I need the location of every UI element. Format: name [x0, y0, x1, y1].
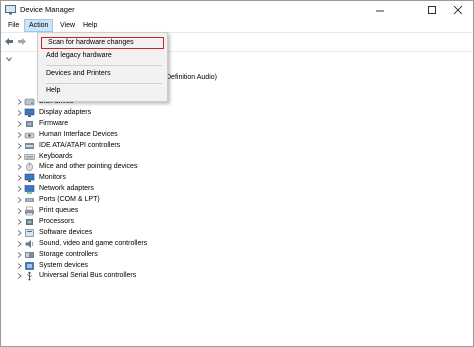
window-title: Device Manager: [20, 5, 75, 14]
chevron-right-icon[interactable]: [17, 273, 22, 281]
storage-icon: [24, 250, 35, 260]
chevron-right-icon[interactable]: [17, 153, 22, 162]
tree-category-label: Storage controllers: [39, 250, 98, 258]
system-icon: [24, 261, 35, 271]
tree-category-label: System devices: [39, 261, 89, 269]
software-icon: [24, 228, 35, 238]
device-manager-window: Device Manager File Action View Help Def…: [0, 0, 474, 347]
chevron-down-icon[interactable]: [6, 56, 12, 64]
menu-action[interactable]: Action: [24, 19, 54, 32]
menu-separator: [46, 65, 162, 66]
chevron-right-icon[interactable]: [17, 99, 22, 107]
tree-category-label: Monitors: [39, 174, 66, 182]
menu-view[interactable]: View: [56, 19, 79, 32]
chevron-right-icon[interactable]: [17, 229, 22, 238]
tree-category-label: Firmware: [39, 119, 69, 127]
maximize-button[interactable]: [419, 1, 445, 19]
tree-category-label: Network adapters: [39, 185, 94, 193]
title-bar: Device Manager: [1, 1, 473, 19]
chevron-right-icon[interactable]: [17, 131, 22, 140]
controller-icon: [24, 141, 35, 151]
port-icon: [24, 195, 35, 205]
cpu-icon: [24, 217, 35, 227]
monitor-icon: [24, 173, 35, 183]
tree-category-label: Ports (COM & LPT): [39, 196, 100, 204]
help-item[interactable]: Help: [40, 85, 164, 97]
tree-category-label: Human Interface Devices: [39, 130, 118, 138]
monitor-icon: [24, 108, 35, 118]
tree-category-label: Print queues: [39, 207, 79, 214]
close-button[interactable]: [445, 1, 471, 19]
usb-icon: [24, 271, 35, 281]
tree-category-label: Sound, video and game controllers: [39, 239, 148, 247]
audio-device-partial-label: Definition Audio): [166, 74, 217, 81]
chevron-right-icon[interactable]: [17, 120, 22, 129]
tree-category-label: Keyboards: [39, 152, 73, 160]
menu-help[interactable]: Help: [79, 19, 101, 32]
menu-file[interactable]: File: [4, 19, 23, 32]
chevron-right-icon[interactable]: [17, 219, 22, 227]
keyboard-icon: [24, 152, 35, 162]
chevron-right-icon[interactable]: [17, 208, 22, 216]
tree-category-label: Mice and other pointing devices: [39, 163, 138, 171]
printer-icon: [24, 206, 35, 216]
tree-category-label: Universal Serial Bus controllers: [39, 272, 137, 280]
network-icon: [24, 184, 35, 194]
chevron-right-icon[interactable]: [17, 142, 22, 151]
disk-icon: [24, 97, 35, 107]
chevron-right-icon[interactable]: [17, 251, 22, 260]
chevron-right-icon[interactable]: [17, 164, 22, 172]
hid-icon: [24, 130, 35, 140]
chevron-right-icon[interactable]: [17, 110, 22, 118]
chip-icon: [24, 119, 35, 129]
menu-separator: [46, 83, 162, 84]
chevron-right-icon[interactable]: [17, 186, 22, 194]
tree-category-label: Software devices: [39, 228, 93, 236]
tree-category-label: Display adapters: [39, 108, 92, 116]
chevron-right-icon[interactable]: [17, 262, 22, 271]
menu-bar: File Action View Help: [1, 19, 473, 32]
tree-category-label: Processors: [39, 217, 75, 225]
minimize-button[interactable]: [367, 1, 393, 19]
chevron-right-icon[interactable]: [17, 175, 22, 183]
speaker-icon: [24, 239, 35, 249]
devices-and-printers-item[interactable]: Devices and Printers: [40, 68, 164, 80]
mouse-icon: [24, 162, 35, 172]
action-dropdown-menu: Scan for hardware changes Add legacy har…: [37, 32, 168, 102]
scan-hardware-changes-item[interactable]: Scan for hardware changes: [41, 37, 164, 49]
tree-category-label: IDE ATA/ATAPI controllers: [39, 141, 121, 149]
back-arrow-icon[interactable]: [4, 37, 14, 48]
device-manager-icon: [5, 5, 16, 15]
chevron-right-icon[interactable]: [17, 197, 22, 205]
add-legacy-hardware-item[interactable]: Add legacy hardware: [40, 50, 164, 62]
chevron-right-icon[interactable]: [17, 240, 22, 249]
forward-arrow-icon[interactable]: [17, 37, 27, 48]
